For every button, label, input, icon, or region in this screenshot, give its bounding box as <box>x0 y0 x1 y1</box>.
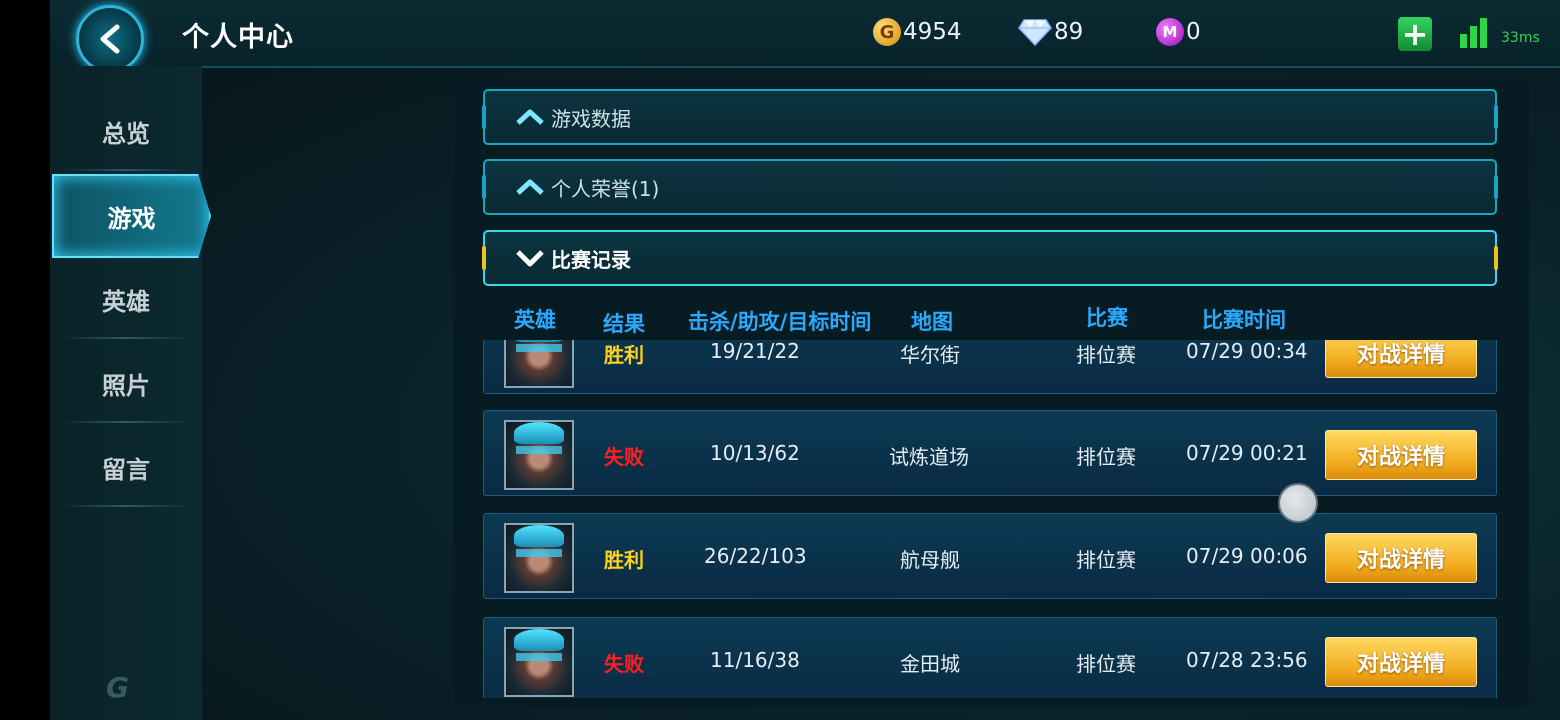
column-result: 结果 <box>603 312 645 336</box>
match-type-cell: 排位赛 <box>1076 652 1136 676</box>
match-details-button[interactable]: 对战详情 <box>1325 430 1477 480</box>
match-details-button[interactable]: 对战详情 <box>1325 533 1477 583</box>
back-arrow-icon <box>100 24 120 54</box>
kda-cell: 19/21/22 <box>710 340 800 363</box>
section-label: 个人荣誉(1) <box>551 176 660 201</box>
table-row[interactable]: 胜利 26/22/103 航母舰 排位赛 07/29 00:06 对战详情 <box>483 513 1497 599</box>
gold-currency: G 4954 <box>873 18 962 46</box>
section-edge <box>1494 105 1498 129</box>
column-hero: 英雄 <box>514 308 556 332</box>
sidebar-item-photos[interactable]: 照片 <box>50 343 202 423</box>
chevron-up-icon <box>516 179 544 195</box>
sidebar-item-label: 游戏 <box>107 204 156 233</box>
touch-indicator <box>1278 483 1318 523</box>
kda-cell: 10/13/62 <box>710 441 800 465</box>
gold-amount: 4954 <box>903 19 962 45</box>
diamond-amount: 89 <box>1054 19 1084 45</box>
diamond-icon <box>1018 19 1052 46</box>
column-time: 比赛时间 <box>1202 308 1286 332</box>
signal-strength-icon <box>1460 14 1487 48</box>
match-time-cell: 07/29 00:06 <box>1186 544 1308 568</box>
match-time-cell: 07/29 00:34 <box>1186 340 1308 363</box>
token-currency: M 0 <box>1156 18 1201 46</box>
result-cell: 胜利 <box>604 343 644 367</box>
map-cell: 试炼道场 <box>889 445 969 469</box>
section-personal-honors[interactable]: 个人荣誉(1) <box>482 159 1498 215</box>
section-label: 游戏数据 <box>551 106 631 131</box>
match-type-cell: 排位赛 <box>1076 445 1136 469</box>
ping-readout: 33ms <box>1501 30 1540 46</box>
match-records-list[interactable]: 胜利 19/21/22 华尔街 排位赛 07/29 00:34 对战详情 失败 … <box>483 340 1497 698</box>
sidebar-item-overview[interactable]: 总览 <box>50 91 202 171</box>
sidebar-item-game[interactable]: 游戏 <box>52 174 211 258</box>
match-time-cell: 07/28 23:56 <box>1186 648 1308 672</box>
token-icon: M <box>1156 18 1184 46</box>
column-map: 地图 <box>911 310 953 334</box>
token-amount: 0 <box>1186 19 1201 45</box>
section-edge <box>482 175 486 199</box>
section-edge <box>482 246 486 270</box>
match-time-cell: 07/29 00:21 <box>1186 441 1308 465</box>
records-column-headers: 英雄 结果 击杀/助攻/目标时间 地图 比赛 比赛时间 <box>50 300 1560 340</box>
match-details-button[interactable]: 对战详情 <box>1325 340 1477 378</box>
result-cell: 失败 <box>604 445 644 469</box>
sidebar-item-messages[interactable]: 留言 <box>50 427 202 507</box>
gold-coin-icon: G <box>873 18 901 46</box>
sidebar-item-label: 总览 <box>102 119 150 148</box>
match-type-cell: 排位赛 <box>1076 343 1136 367</box>
sidebar-item-label: 照片 <box>102 371 150 400</box>
section-game-data[interactable]: 游戏数据 <box>482 89 1498 145</box>
hero-avatar <box>504 627 574 697</box>
match-type-cell: 排位赛 <box>1076 548 1136 572</box>
table-row[interactable]: 失败 11/16/38 金田城 排位赛 07/28 23:56 对战详情 <box>483 617 1497 698</box>
divider <box>62 421 190 423</box>
back-button[interactable] <box>76 5 144 73</box>
result-cell: 失败 <box>604 652 644 676</box>
chevron-down-icon <box>516 250 544 267</box>
kda-cell: 11/16/38 <box>710 648 800 672</box>
map-cell: 航母舰 <box>900 548 960 572</box>
section-edge <box>1494 175 1498 199</box>
table-row[interactable]: 胜利 19/21/22 华尔街 排位赛 07/29 00:34 对战详情 <box>483 340 1497 394</box>
result-cell: 胜利 <box>604 548 644 572</box>
page-title: 个人中心 <box>182 22 294 53</box>
sidebar-nav: 总览 游戏 英雄 照片 留言 G <box>50 66 211 720</box>
kda-cell: 26/22/103 <box>704 544 807 568</box>
chevron-up-icon <box>516 109 544 125</box>
column-match: 比赛 <box>1086 306 1128 330</box>
section-edge <box>1494 246 1498 270</box>
divider <box>62 505 190 507</box>
map-cell: 华尔街 <box>900 343 960 367</box>
hero-avatar <box>504 340 574 388</box>
match-details-button[interactable]: 对战详情 <box>1325 637 1477 687</box>
table-row[interactable]: 失败 10/13/62 试炼道场 排位赛 07/29 00:21 对战详情 <box>483 410 1497 496</box>
sidebar-item-label: 留言 <box>102 455 150 484</box>
hero-avatar <box>504 420 574 490</box>
column-kda: 击杀/助攻/目标时间 <box>688 310 872 334</box>
section-match-records[interactable]: 比赛记录 <box>482 230 1498 286</box>
section-edge <box>482 105 486 129</box>
map-cell: 金田城 <box>900 652 960 676</box>
recharge-plus-button[interactable]: + <box>1398 17 1432 51</box>
divider <box>62 169 190 171</box>
diamond-currency: 89 <box>1018 18 1083 46</box>
game-logo: G <box>106 671 129 704</box>
section-label: 比赛记录 <box>551 247 631 272</box>
hero-avatar <box>504 523 574 593</box>
top-bar: 个人中心 G 4954 89 M 0 + 33ms <box>50 0 1560 73</box>
game-screen: 个人中心 G 4954 89 M 0 + 33ms 总览 游戏 英雄 照片 留言… <box>50 0 1560 720</box>
